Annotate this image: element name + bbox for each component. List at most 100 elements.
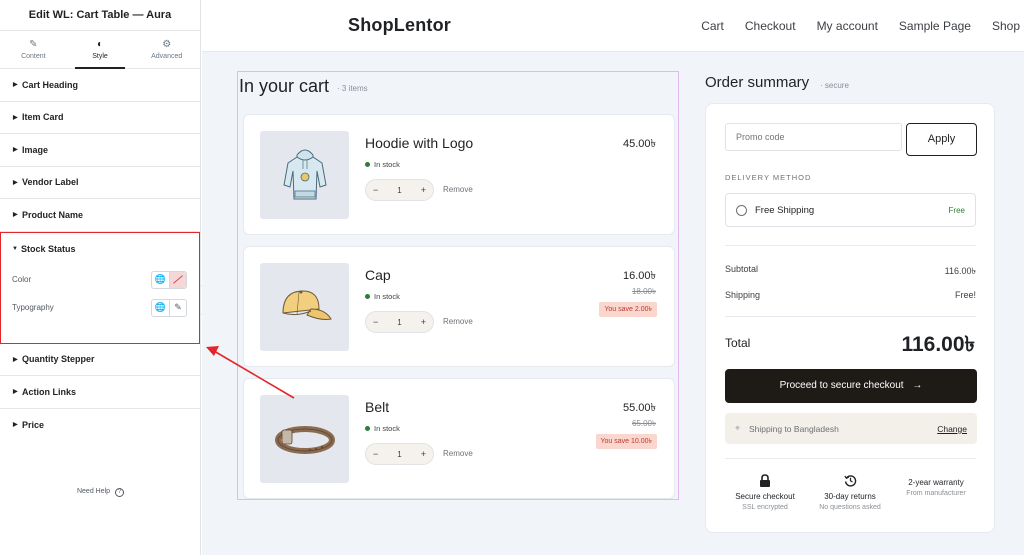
savings-badge: You save 10.00৳ [595, 434, 657, 449]
feature-subtitle: No questions asked [819, 504, 881, 511]
feature-subtitle: From manufacturer [906, 490, 966, 497]
subtotal-label: Subtotal [725, 264, 759, 274]
feature-secure-checkout: Secure checkout SSL encrypted [724, 474, 806, 511]
section-label: Quantity Stepper [22, 354, 95, 365]
tab-label: Advanced [151, 53, 183, 60]
divider [725, 245, 976, 246]
section-action-links[interactable]: ▶ Action Links [0, 376, 200, 409]
site-nav: Cart Checkout My account Sample Page Sho… [701, 19, 1024, 33]
globe-icon[interactable]: 🌐 [152, 300, 169, 316]
need-help-link[interactable]: Need Help ? [0, 488, 201, 497]
cart-heading: In your cart [239, 76, 330, 96]
hoodie-icon [282, 149, 327, 200]
quantity-stepper: − 1 + [365, 311, 434, 333]
section-label: Price [22, 419, 45, 430]
tab-label: Style [92, 53, 108, 60]
tab-style[interactable]: ◐ Style [67, 31, 134, 69]
section-label: Stock Status [21, 244, 76, 254]
remove-link[interactable]: Remove [443, 185, 473, 194]
feature-subtitle: SSL encrypted [742, 504, 788, 511]
location-pin-icon: ⌖ [735, 423, 741, 433]
caret-right-icon: ▶ [13, 212, 18, 219]
caret-right-icon: ▶ [13, 114, 18, 121]
control-color: Color 🌐 [1, 266, 199, 294]
in-stock-dot-icon [365, 294, 370, 299]
product-image-belt[interactable] [260, 395, 349, 483]
stock-status: In stock [365, 292, 400, 301]
section-label: Product Name [22, 209, 84, 220]
increment-button[interactable]: + [421, 449, 426, 459]
section-item-card[interactable]: ▶ Item Card [0, 102, 200, 134]
help-icon: ? [115, 488, 125, 497]
increment-button[interactable]: + [421, 185, 426, 195]
shipping-row: Shipping Free! [725, 290, 976, 300]
decrement-button[interactable]: − [373, 449, 378, 459]
divider [725, 316, 976, 317]
nav-sample-page[interactable]: Sample Page [899, 19, 971, 33]
secure-label: · secure [820, 81, 849, 90]
order-summary-title: Order summary [705, 74, 810, 91]
section-stock-status: ▼ Stock Status Color 🌐 Typography 🌐 ✎ [0, 231, 200, 344]
lock-icon [724, 474, 806, 490]
remove-link[interactable]: Remove [443, 317, 473, 326]
remove-link[interactable]: Remove [443, 449, 473, 458]
product-name[interactable]: Hoodie with Logo [365, 135, 473, 151]
tab-label: Content [21, 53, 46, 60]
feature-title: 2-year warranty [908, 478, 964, 487]
quantity-value[interactable]: 1 [397, 450, 401, 459]
site-brand[interactable]: ShopLentor [348, 15, 451, 36]
section-quantity-stepper[interactable]: ▶ Quantity Stepper [0, 344, 200, 376]
tab-advanced[interactable]: ⚙ Advanced [133, 31, 200, 68]
product-image-hoodie[interactable] [260, 131, 349, 219]
cart-item-count: · 3 items [337, 84, 368, 93]
decrement-button[interactable]: − [373, 317, 378, 327]
section-price[interactable]: ▶ Price [0, 409, 200, 442]
cart-table-widget[interactable]: In your cart · 3 items Hoodie with Logo … [237, 71, 679, 500]
section-vendor-label[interactable]: ▶ Vendor Label [0, 167, 200, 199]
apply-button[interactable]: Apply [906, 123, 977, 156]
product-price: 16.00৳ [622, 270, 656, 282]
subtotal-value: 116.00৳ [944, 266, 976, 276]
section-image[interactable]: ▶ Image [0, 134, 200, 167]
globe-icon[interactable]: 🌐 [152, 272, 169, 288]
product-name[interactable]: Cap [365, 267, 391, 283]
product-image-cap[interactable] [260, 263, 349, 351]
subtotal-row: Subtotal 116.00৳ [725, 264, 976, 279]
promo-code-input[interactable] [725, 123, 902, 151]
editor-panel: Edit WL: Cart Table — Aura ✎ Content ◐ S… [0, 0, 201, 555]
tab-content[interactable]: ✎ Content [0, 31, 67, 68]
belt-icon [274, 426, 335, 454]
editor-title: Edit WL: Cart Table — Aura [0, 0, 200, 31]
shipping-label: Shipping [725, 290, 761, 300]
radio-button[interactable] [736, 205, 747, 216]
preview-canvas: ShopLentor Cart Checkout My account Samp… [202, 0, 1024, 555]
increment-button[interactable]: + [421, 317, 426, 327]
nav-checkout[interactable]: Checkout [745, 19, 796, 33]
decrement-button[interactable]: − [373, 185, 378, 195]
quantity-value[interactable]: 1 [397, 186, 401, 195]
delivery-method-label: DELIVERY METHOD [725, 173, 812, 182]
section-label: Image [22, 144, 49, 155]
product-price: 55.00৳ [622, 402, 656, 414]
shipping-option-free[interactable]: Free Shipping Free [725, 193, 976, 227]
quantity-stepper: − 1 + [365, 179, 434, 201]
change-link[interactable]: Change [937, 424, 967, 434]
feature-warranty: 2-year warranty From manufacturer [895, 478, 977, 497]
proceed-checkout-button[interactable]: Proceed to secure checkout → [725, 369, 977, 403]
section-stock-status-header[interactable]: ▼ Stock Status [1, 233, 199, 266]
no-color-icon[interactable] [169, 271, 186, 288]
nav-cart[interactable]: Cart [701, 19, 724, 33]
nav-my-account[interactable]: My account [817, 19, 878, 33]
edit-pencil-icon[interactable]: ✎ [169, 299, 186, 316]
section-product-name[interactable]: ▶ Product Name [0, 199, 200, 232]
site-header: ShopLentor Cart Checkout My account Samp… [202, 0, 1024, 52]
nav-shop[interactable]: Shop [992, 19, 1020, 33]
quantity-value[interactable]: 1 [397, 318, 401, 327]
caret-right-icon: ▶ [13, 422, 18, 429]
history-icon [809, 474, 891, 490]
section-cart-heading[interactable]: ▶ Cart Heading [0, 69, 200, 102]
shipping-destination: ⌖ Shipping to Bangladesh Change [725, 413, 977, 444]
total-value: 116.00৳ [901, 333, 975, 356]
product-name[interactable]: Belt [365, 399, 389, 415]
typography-control-buttons: 🌐 ✎ [151, 298, 187, 317]
